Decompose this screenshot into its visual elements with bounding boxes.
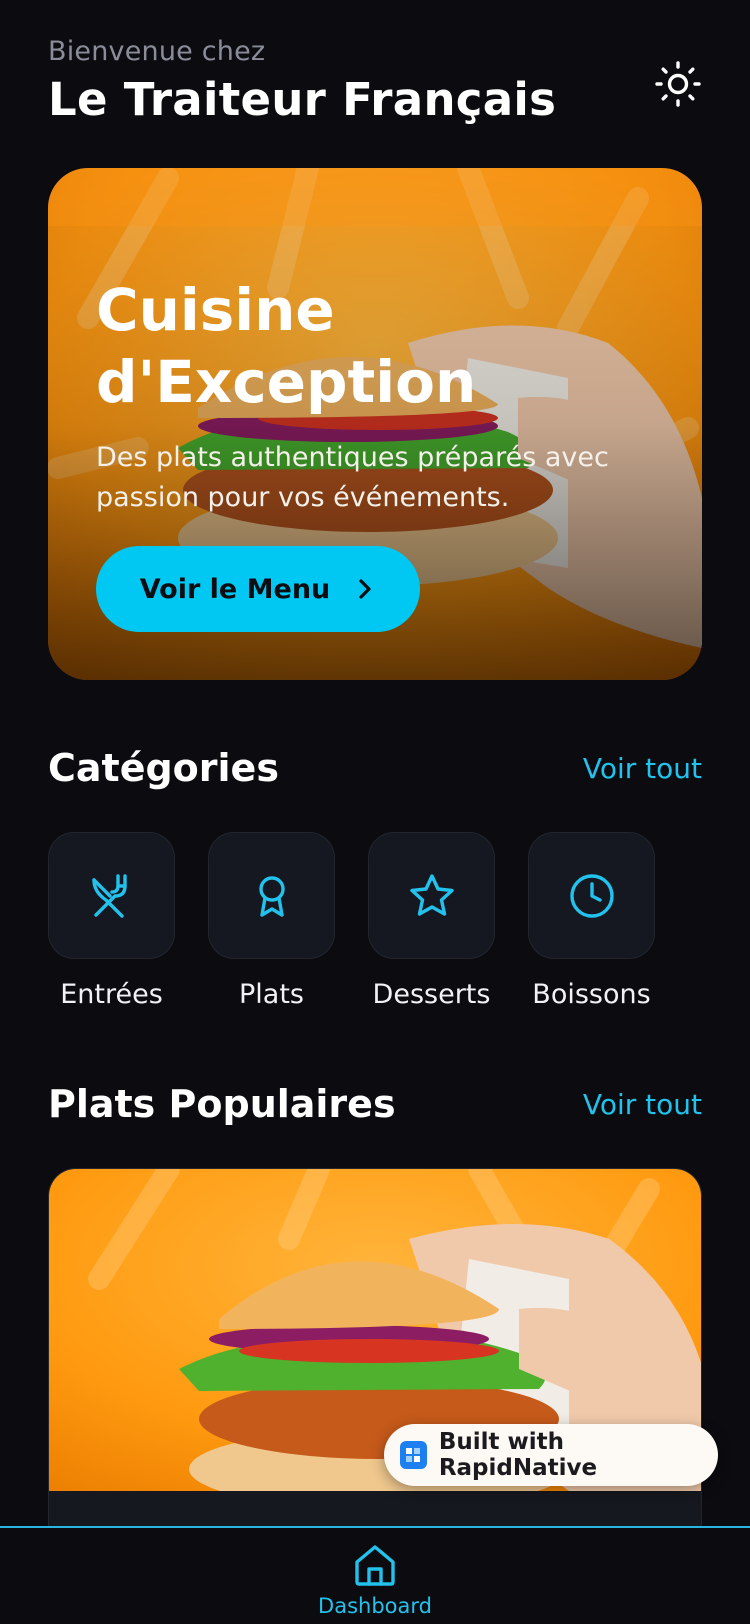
- hero-card[interactable]: Cuisine d'Exception Des plats authentiqu…: [48, 168, 702, 680]
- hero-title: Cuisine d'Exception: [96, 276, 477, 416]
- category-plats[interactable]: Plats: [208, 832, 335, 1010]
- popular-dish-card[interactable]: [48, 1168, 702, 1588]
- star-icon: [409, 873, 454, 916]
- categories-list: Entrées Plats Desserts Boissons: [48, 832, 655, 1010]
- category-label: Plats: [239, 979, 304, 1010]
- home-icon: [355, 1545, 395, 1586]
- chevron-right-icon: [359, 579, 371, 599]
- utensils-crossed-icon: [91, 873, 127, 918]
- brand-title: Le Traiteur Français: [48, 73, 557, 126]
- categories-see-all-link[interactable]: Voir tout: [583, 752, 702, 785]
- category-entrees[interactable]: Entrées: [48, 832, 175, 1010]
- popular-see-all-link[interactable]: Voir tout: [583, 1088, 702, 1121]
- tab-label: Dashboard: [318, 1594, 432, 1618]
- award-icon: [258, 875, 285, 917]
- category-label: Entrées: [60, 979, 163, 1010]
- category-label: Boissons: [532, 979, 651, 1010]
- hero-description: Des plats authentiques préparés avec pas…: [96, 442, 609, 513]
- welcome-text: Bienvenue chez: [48, 36, 266, 67]
- categories-title: Catégories: [48, 746, 279, 790]
- theme-toggle-button[interactable]: [654, 60, 702, 108]
- popular-title: Plats Populaires: [48, 1082, 396, 1126]
- bottom-tab-bar: Dashboard: [0, 1526, 750, 1624]
- category-label: Desserts: [372, 979, 491, 1010]
- category-boissons[interactable]: Boissons: [528, 832, 655, 1010]
- badge-label: Built with RapidNative: [438, 1429, 598, 1481]
- built-with-badge[interactable]: Built with RapidNative: [384, 1424, 718, 1486]
- rapidnative-logo-icon: [400, 1441, 427, 1469]
- header: Bienvenue chez Le Traiteur Français: [48, 36, 702, 126]
- view-menu-button[interactable]: Voir le Menu: [96, 546, 420, 632]
- sun-icon: [655, 61, 701, 107]
- popular-header: Plats Populaires Voir tout: [48, 1082, 702, 1126]
- category-desserts[interactable]: Desserts: [368, 832, 495, 1010]
- clock-icon: [569, 873, 614, 918]
- view-menu-label: Voir le Menu: [139, 573, 331, 605]
- categories-header: Catégories Voir tout: [48, 746, 702, 790]
- tab-dashboard[interactable]: Dashboard: [300, 1542, 450, 1618]
